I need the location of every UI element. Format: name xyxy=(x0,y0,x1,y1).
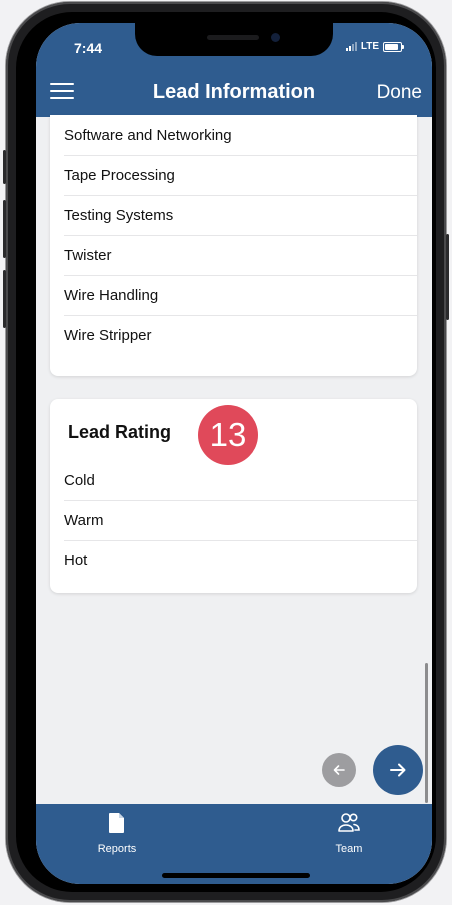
rating-option-label: Cold xyxy=(64,471,95,489)
list-item-label: Software and Networking xyxy=(64,126,232,144)
list-item-label: Testing Systems xyxy=(64,206,174,224)
product-list-card: Software and Networking Tape Processing … xyxy=(50,115,417,376)
home-indicator xyxy=(162,873,310,878)
people-icon xyxy=(338,813,360,832)
next-button[interactable] xyxy=(373,745,423,795)
signal-icon xyxy=(345,42,357,51)
app-header: 7:44 LTE Lead Information Done xyxy=(36,23,432,117)
step-number-badge: 13 xyxy=(198,405,258,465)
list-item-label: Twister xyxy=(64,246,112,264)
lead-rating-card: Lead Rating 13 Cold Warm Hot xyxy=(50,399,417,593)
scrollbar[interactable] xyxy=(425,663,428,803)
power-button xyxy=(446,234,449,320)
tab-label: Team xyxy=(335,843,363,855)
tab-team[interactable]: Team xyxy=(309,812,389,855)
page-title: Lead Information xyxy=(152,81,316,103)
rating-option-hot[interactable]: Hot xyxy=(64,540,417,580)
battery-icon xyxy=(383,41,404,52)
volume-down-button xyxy=(3,270,6,328)
list-item[interactable]: Testing Systems xyxy=(64,195,417,236)
rating-option-cold[interactable]: Cold xyxy=(64,460,417,501)
rating-option-warm[interactable]: Warm xyxy=(64,500,417,541)
arrow-left-icon xyxy=(333,765,345,775)
bottom-tab-bar: Reports Team xyxy=(36,804,432,884)
arrow-right-icon xyxy=(390,763,406,777)
document-icon xyxy=(109,813,124,833)
list-item-label: Wire Handling xyxy=(64,286,159,304)
status-time: 7:44 xyxy=(74,40,103,56)
done-button[interactable]: Done xyxy=(377,82,422,104)
rating-option-label: Hot xyxy=(64,551,88,569)
mute-switch xyxy=(3,150,6,184)
list-item[interactable]: Twister xyxy=(64,235,417,276)
notch xyxy=(135,23,333,56)
list-item[interactable]: Wire Stripper xyxy=(64,315,417,355)
volume-up-button xyxy=(3,200,6,258)
network-label: LTE xyxy=(360,41,379,52)
app-screen: 7:44 LTE Lead Information Done Software … xyxy=(36,23,432,884)
list-item-label: Tape Processing xyxy=(64,166,175,184)
previous-button[interactable] xyxy=(322,753,356,787)
rating-option-label: Warm xyxy=(64,511,104,529)
list-item[interactable]: Software and Networking xyxy=(64,115,417,156)
status-indicators: LTE xyxy=(345,41,404,52)
lead-rating-title: Lead Rating xyxy=(68,422,172,442)
list-item[interactable]: Wire Handling xyxy=(64,275,417,316)
list-item[interactable]: Tape Processing xyxy=(64,155,417,196)
tab-label: Reports xyxy=(97,843,137,855)
list-item-label: Wire Stripper xyxy=(64,326,152,344)
speaker-grille xyxy=(207,35,259,40)
front-camera xyxy=(271,33,280,42)
tab-reports[interactable]: Reports xyxy=(77,812,157,855)
